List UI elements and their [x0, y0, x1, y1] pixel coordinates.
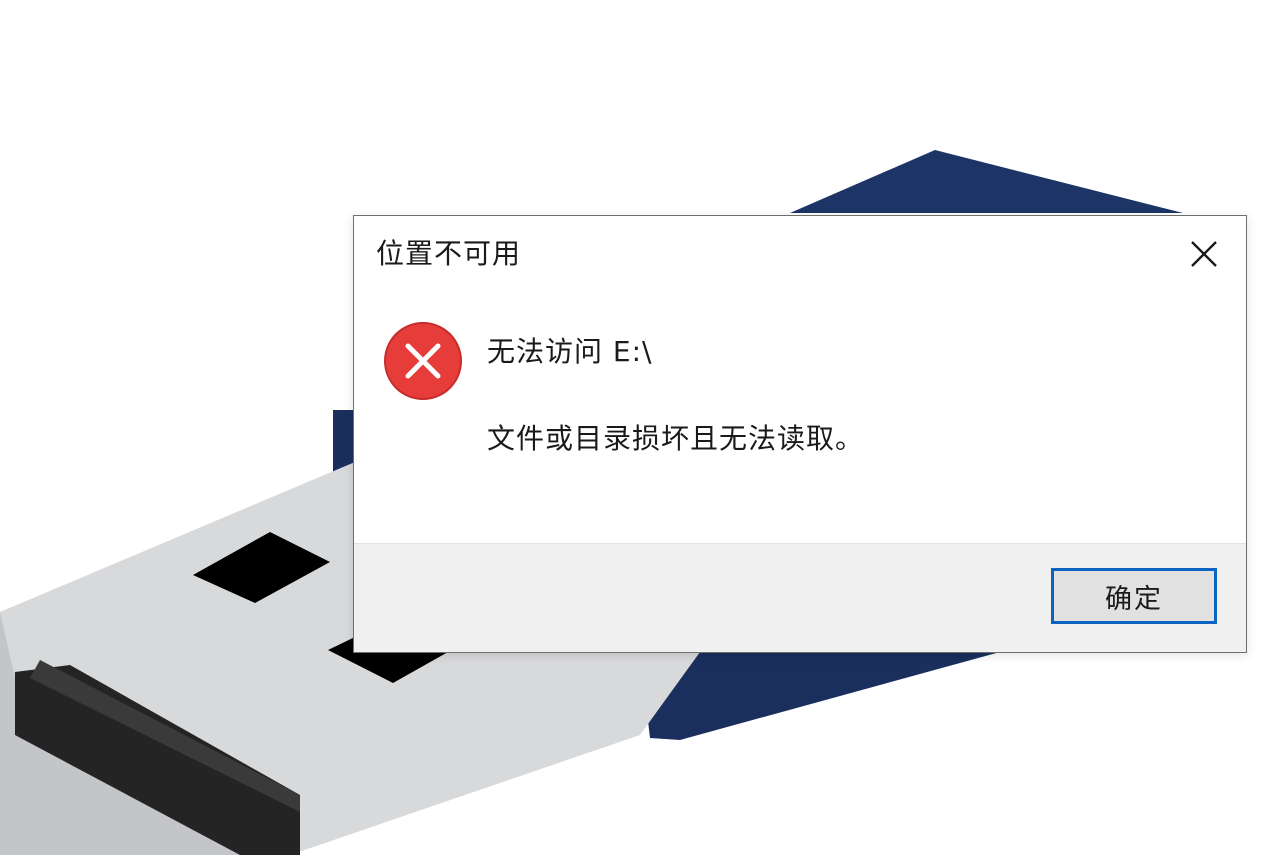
error-icon [384, 322, 462, 400]
ok-button[interactable]: 确定 [1051, 568, 1217, 624]
usb-body-top [790, 150, 1183, 213]
close-icon [1191, 241, 1217, 267]
error-heading: 无法访问 E:\ [487, 335, 653, 368]
dialog-title: 位置不可用 [376, 237, 522, 270]
close-button[interactable] [1184, 234, 1224, 274]
usb-body-bottom [640, 652, 1000, 740]
error-detail: 文件或目录损坏且无法读取。 [487, 422, 865, 455]
dialog-footer: 确定 [354, 543, 1246, 652]
error-dialog: 位置不可用 无法访问 E:\ 文件或目录损坏且无法读取。 确定 [353, 215, 1247, 653]
